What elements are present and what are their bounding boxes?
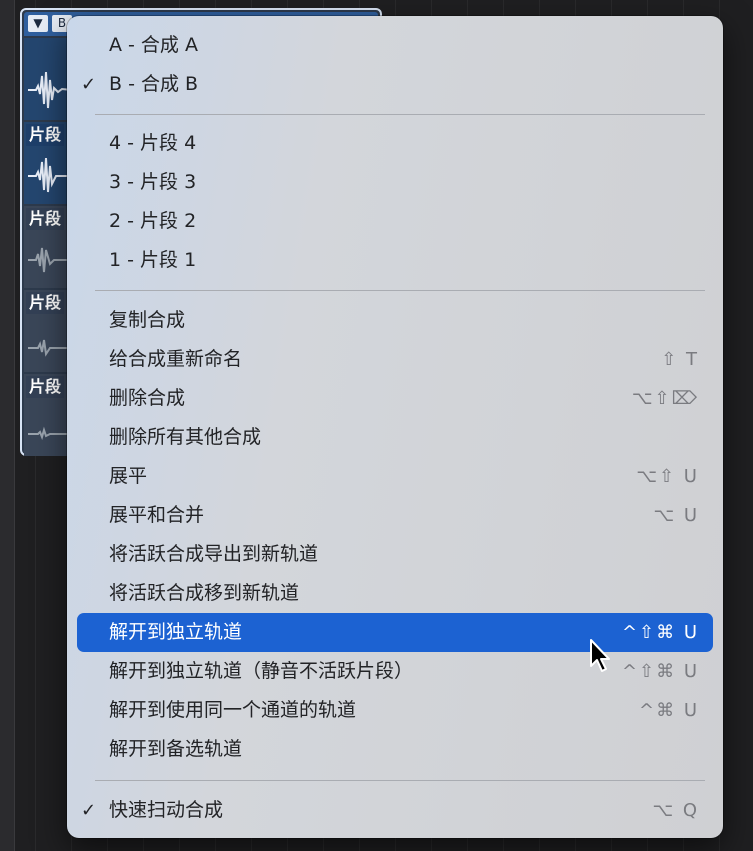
menu-item-label: 3 - 片段 3 — [109, 171, 197, 193]
menu-item-shortcut: ⌥⇧ U — [636, 466, 699, 487]
menu-item-label: 1 - 片段 1 — [109, 249, 197, 271]
menu-item-label: 将活跃合成导出到新轨道 — [109, 543, 319, 565]
menu-item-label: 解开到备选轨道 — [109, 738, 243, 760]
menu-item-duplicate-comp[interactable]: 复制合成 — [77, 301, 713, 340]
menu-item-label: 展平和合并 — [109, 504, 205, 526]
menu-item-label: 快速扫动合成 — [109, 799, 224, 821]
menu-item-flatten-merge[interactable]: 展平和合并 ⌥ U — [77, 496, 713, 535]
checkmark-icon: ✓ — [81, 800, 97, 821]
logic-tracks-area: ▼ B 片段 片段 片段 片段 A - 合成 A ✓ B - 合成 B 4 - … — [0, 0, 753, 851]
menu-item-unpack-separate-tracks[interactable]: 解开到独立轨道 ^⇧⌘ U — [77, 613, 713, 652]
take-lane-label: 片段 — [26, 124, 65, 146]
menu-item-flatten[interactable]: 展平 ⌥⇧ U — [77, 457, 713, 496]
menu-item-move-active-comp[interactable]: 将活跃合成移到新轨道 — [77, 574, 713, 613]
menu-item-shortcut: ^⌘ U — [639, 700, 699, 721]
menu-item-comp-a[interactable]: A - 合成 A — [77, 26, 713, 65]
menu-item-label: 2 - 片段 2 — [109, 210, 197, 232]
menu-item-comp-b[interactable]: ✓ B - 合成 B — [77, 65, 713, 104]
menu-item-label: 4 - 片段 4 — [109, 132, 197, 154]
take-lane-label: 片段 — [26, 208, 65, 230]
waveform-icon — [28, 426, 72, 441]
waveform-icon — [28, 157, 72, 193]
take-folder-context-menu: A - 合成 A ✓ B - 合成 B 4 - 片段 4 3 - 片段 3 2 … — [67, 16, 723, 838]
checkmark-icon: ✓ — [81, 74, 97, 95]
menu-item-label: B - 合成 B — [109, 73, 199, 95]
menu-item-label: 删除合成 — [109, 387, 186, 409]
menu-item-label: 将活跃合成移到新轨道 — [109, 582, 300, 604]
menu-item-shortcut: ⌥ U — [653, 505, 699, 526]
menu-item-unpack-alternatives[interactable]: 解开到备选轨道 — [77, 730, 713, 769]
waveform-icon — [28, 247, 72, 273]
menu-item-take-4[interactable]: 4 - 片段 4 — [77, 124, 713, 163]
waveform-icon — [28, 71, 72, 109]
menu-item-label: 解开到独立轨道 — [109, 621, 243, 643]
menu-item-label: A - 合成 A — [109, 34, 198, 56]
take-lane-label: 片段 — [26, 376, 65, 398]
take-lane-label: 片段 — [26, 292, 65, 314]
track-header-edge — [0, 0, 15, 851]
menu-item-shortcut: ^⇧⌘ U — [621, 622, 699, 643]
menu-item-label: 复制合成 — [109, 309, 186, 331]
menu-item-quick-swipe-comping[interactable]: ✓ 快速扫动合成 ⌥ Q — [77, 791, 713, 830]
menu-item-unpack-same-channel[interactable]: 解开到使用同一个通道的轨道 ^⌘ U — [77, 691, 713, 730]
menu-item-rename-comp[interactable]: 给合成重新命名 ⇧ T — [77, 340, 713, 379]
menu-item-delete-comp[interactable]: 删除合成 ⌥⇧⌦ — [77, 379, 713, 418]
waveform-icon — [28, 339, 72, 357]
menu-item-take-3[interactable]: 3 - 片段 3 — [77, 163, 713, 202]
menu-item-label: 给合成重新命名 — [109, 348, 243, 370]
menu-item-take-1[interactable]: 1 - 片段 1 — [77, 241, 713, 280]
menu-item-shortcut: ⌥ Q — [652, 800, 699, 821]
menu-separator — [95, 780, 705, 781]
menu-item-shortcut: ^⇧⌘ U — [621, 661, 699, 682]
menu-item-delete-other-comps[interactable]: 删除所有其他合成 — [77, 418, 713, 457]
menu-item-label: 删除所有其他合成 — [109, 426, 262, 448]
mouse-pointer-icon — [590, 639, 610, 672]
menu-item-label: 展平 — [109, 465, 148, 487]
menu-item-export-active-comp[interactable]: 将活跃合成导出到新轨道 — [77, 535, 713, 574]
menu-item-shortcut: ⇧ T — [661, 349, 699, 370]
menu-separator — [95, 114, 705, 115]
menu-separator — [95, 290, 705, 291]
menu-item-label: 解开到使用同一个通道的轨道 — [109, 699, 357, 721]
menu-item-unpack-mute-inactive[interactable]: 解开到独立轨道（静音不活跃片段） ^⇧⌘ U — [77, 652, 713, 691]
collapse-triangle-icon[interactable]: ▼ — [28, 15, 48, 32]
menu-item-take-2[interactable]: 2 - 片段 2 — [77, 202, 713, 241]
menu-item-label: 解开到独立轨道（静音不活跃片段） — [109, 660, 414, 682]
menu-item-shortcut: ⌥⇧⌦ — [631, 388, 699, 409]
